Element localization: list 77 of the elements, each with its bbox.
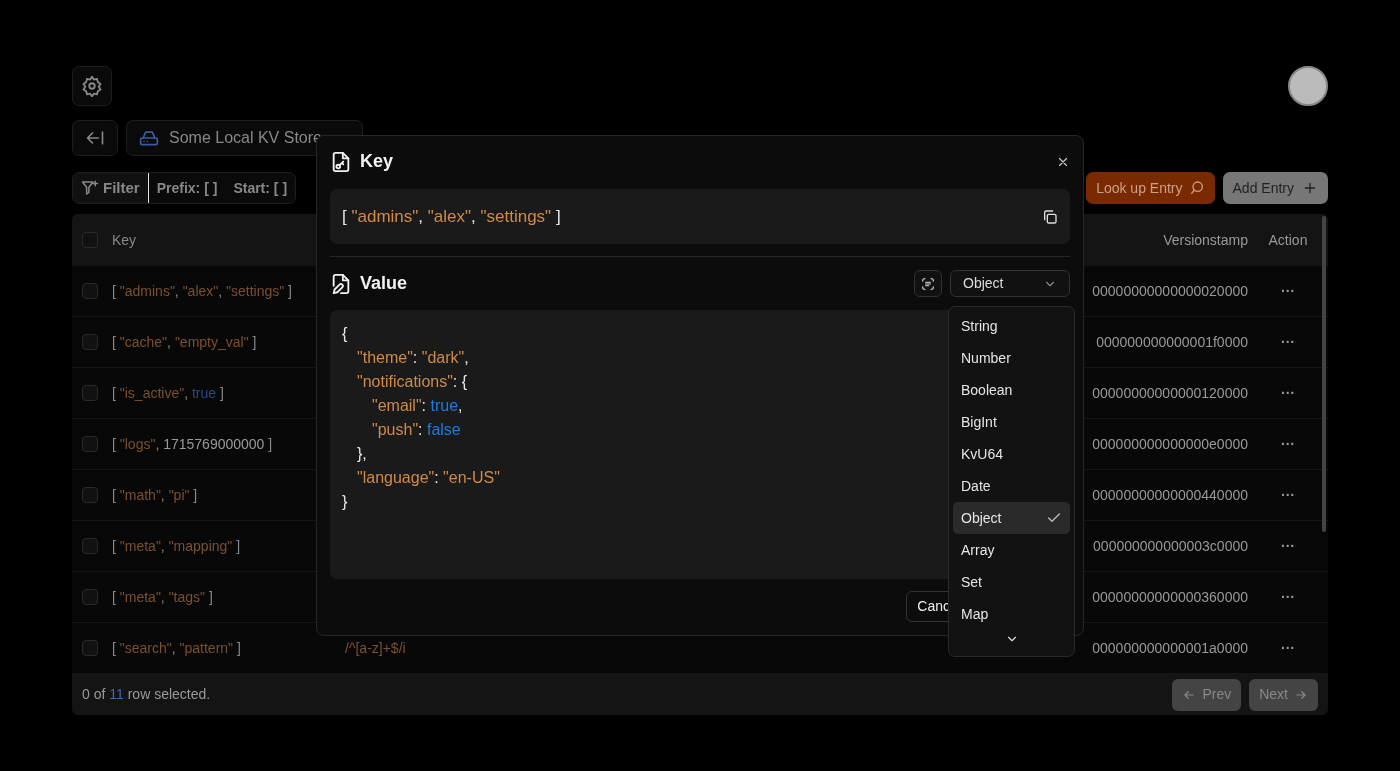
key-cell-text: [ "math", "pi" ] xyxy=(112,485,199,505)
row-actions-button[interactable]: ··· xyxy=(1248,585,1328,609)
menu-option[interactable]: Object xyxy=(953,502,1070,534)
row-actions-button[interactable]: ··· xyxy=(1248,432,1328,456)
filter-plus-icon xyxy=(81,179,99,197)
row-actions-button[interactable]: ··· xyxy=(1248,330,1328,354)
selection-summary: 0 of 11 row selected. xyxy=(82,685,211,704)
back-button[interactable] xyxy=(72,120,118,156)
checkbox[interactable] xyxy=(82,538,98,554)
column-header: Key xyxy=(112,230,138,250)
drive-icon xyxy=(139,128,159,148)
row-actions-button[interactable]: ··· xyxy=(1248,636,1328,660)
column-header: Action xyxy=(1267,230,1309,250)
code-line: "push": false xyxy=(372,420,461,440)
code-line: }, xyxy=(357,444,367,464)
scan-text-icon xyxy=(921,275,935,292)
code-line: "language": "en-US" xyxy=(357,468,500,488)
file-key-icon xyxy=(330,150,352,173)
checkbox[interactable] xyxy=(82,436,98,452)
menu-option[interactable]: Number xyxy=(953,342,1070,374)
key-cell-text: [ "meta", "mapping" ] xyxy=(112,536,242,556)
checkbox[interactable] xyxy=(82,487,98,503)
dialog-heading: Key xyxy=(360,150,394,173)
menu-option[interactable]: Date xyxy=(953,470,1070,502)
filter-segment[interactable]: Prefix: [ ] xyxy=(148,173,226,203)
arrow-left-to-bar-icon xyxy=(85,128,105,148)
checkbox[interactable] xyxy=(82,385,98,401)
row-actions-button[interactable]: ··· xyxy=(1248,381,1328,405)
add-entry-button[interactable]: Add Entry xyxy=(1222,172,1328,204)
copy-button[interactable] xyxy=(1042,208,1058,225)
key-text: [ "admins", "alex", "settings" ] xyxy=(342,205,561,228)
versionstamp-cell-text: 000000000000000e0000 xyxy=(1092,434,1248,454)
file-pen-icon xyxy=(330,272,352,295)
plus-icon xyxy=(1302,180,1318,196)
value-cell-text: /^[a-z]+$/i xyxy=(345,638,406,658)
type-select[interactable]: Object xyxy=(950,270,1070,297)
checkbox[interactable] xyxy=(82,640,98,656)
versionstamp-cell-text: 00000000000000360000 xyxy=(1092,587,1248,607)
code-line: { xyxy=(342,324,348,344)
menu-option[interactable]: String xyxy=(953,310,1070,342)
row-actions-button[interactable]: ··· xyxy=(1248,279,1328,303)
code-line: "theme": "dark", xyxy=(357,348,469,368)
versionstamp-cell-text: 000000000000001a0000 xyxy=(1092,638,1248,658)
versionstamp-cell-text: 000000000000003c0000 xyxy=(1093,536,1248,556)
menu-option[interactable]: BigInt xyxy=(953,406,1070,438)
checkbox[interactable] xyxy=(82,334,98,350)
settings-button[interactable] xyxy=(72,66,112,106)
versionstamp-cell-text: 00000000000000440000 xyxy=(1092,485,1248,505)
code-line: } xyxy=(342,492,348,512)
format-button[interactable] xyxy=(914,270,942,297)
checkbox[interactable] xyxy=(82,232,98,248)
code-line: "notifications": { xyxy=(357,372,468,392)
column-header: Versionstamp xyxy=(1163,230,1248,250)
avatar[interactable] xyxy=(1288,66,1328,106)
filter-segment[interactable]: Start: [ ] xyxy=(225,173,296,203)
key-cell-text: [ "logs", 1715769000000 ] xyxy=(112,434,274,454)
key-cell-text: [ "search", "pattern" ] xyxy=(112,638,242,658)
look-up-entry-button[interactable]: Look up Entry xyxy=(1086,172,1215,204)
key-cell-text: [ "is_active", true ] xyxy=(112,383,225,403)
key-cell-text: [ "admins", "alex", "settings" ] xyxy=(112,281,293,301)
row-actions-button[interactable]: ··· xyxy=(1248,534,1328,558)
menu-option[interactable]: Array xyxy=(953,534,1070,566)
copy-icon xyxy=(1042,208,1058,225)
versionstamp-cell-text: 000000000000001f0000 xyxy=(1096,332,1248,352)
menu-option[interactable]: Boolean xyxy=(953,374,1070,406)
versionstamp-cell-text: 00000000000000120000 xyxy=(1092,383,1248,403)
row-actions-button[interactable]: ··· xyxy=(1248,483,1328,507)
versionstamp-cell-text: 00000000000000020000 xyxy=(1092,281,1248,301)
menu-option[interactable]: KvU64 xyxy=(953,438,1070,470)
filter-button[interactable]: Filter xyxy=(73,173,149,203)
key-cell-text: [ "meta", "tags" ] xyxy=(112,587,214,607)
dialog-heading: Value xyxy=(360,272,408,295)
key-cell-text: [ "cache", "empty_val" ] xyxy=(112,332,258,352)
settings-icon xyxy=(81,75,103,97)
checkbox[interactable] xyxy=(82,283,98,299)
code-line: "email": true, xyxy=(372,396,463,416)
checkbox[interactable] xyxy=(82,589,98,605)
